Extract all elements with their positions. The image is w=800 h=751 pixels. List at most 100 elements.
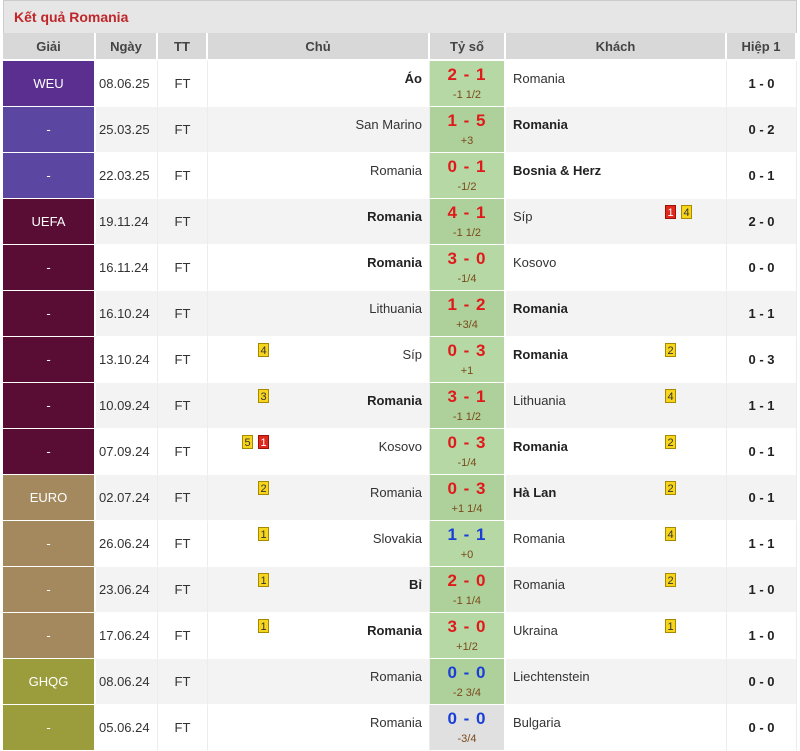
away-team-name[interactable]: Romania	[513, 531, 565, 546]
league-cell[interactable]: -	[3, 291, 96, 337]
home-team-name[interactable]: Romania	[370, 485, 422, 500]
final-score[interactable]: 0 - 1	[430, 157, 504, 177]
away-team-name[interactable]: Lithuania	[513, 393, 566, 408]
home-team-cell[interactable]: Síp 4	[208, 337, 430, 383]
final-score[interactable]: 1 - 1	[430, 525, 504, 545]
away-team-cell[interactable]: Ukraina 1	[506, 613, 727, 659]
col-header-status[interactable]: TT	[158, 33, 208, 61]
home-team-name[interactable]: San Marino	[356, 117, 422, 132]
table-row[interactable]: -16.11.24 FT Romania 3 - 0 -1/4 Kosovo 0 - 0	[3, 245, 797, 291]
away-team-cell[interactable]: Bosnia & Herz	[506, 153, 727, 199]
home-team-cell[interactable]: Áo	[208, 61, 430, 107]
home-team-cell[interactable]: Bỉ 1	[208, 567, 430, 613]
league-cell[interactable]: UEFA	[3, 199, 96, 245]
away-team-name[interactable]: Romania	[513, 117, 568, 132]
away-team-name[interactable]: Hà Lan	[513, 485, 556, 500]
col-header-away[interactable]: Khách	[506, 33, 727, 61]
table-row[interactable]: -22.03.25 FT Romania 0 - 1 -1/2 Bosnia & Herz…	[3, 153, 797, 199]
final-score[interactable]: 1 - 5	[430, 111, 504, 131]
away-team-cell[interactable]: Lithuania 4	[506, 383, 727, 429]
away-team-name[interactable]: Romania	[513, 71, 565, 86]
away-team-name[interactable]: Romania	[513, 301, 568, 316]
away-team-name[interactable]: Romania	[513, 577, 565, 592]
table-row[interactable]: -25.03.25 FT San Marino 1 - 5 +3 Romania 0 - 2	[3, 107, 797, 153]
table-row[interactable]: -26.06.24 FT Slovakia 1 1 - 1 +0 Romania 4 1 - 1	[3, 521, 797, 567]
score-cell[interactable]: 4 - 1 -1 1/2	[430, 199, 506, 245]
table-row[interactable]: -05.06.24 FT Romania 0 - 0 -3/4 Bulgaria 0 - 0	[3, 705, 797, 751]
table-row[interactable]: WEU 08.06.25 FT Áo 2 - 1 -1 1/2 Romania 1 - 0	[3, 61, 797, 107]
home-team-name[interactable]: Romania	[370, 163, 422, 178]
final-score[interactable]: 0 - 0	[430, 709, 504, 729]
home-team-cell[interactable]: Romania	[208, 199, 430, 245]
away-team-cell[interactable]: Romania	[506, 291, 727, 337]
away-team-cell[interactable]: Kosovo	[506, 245, 727, 291]
away-team-cell[interactable]: Romania 2	[506, 429, 727, 475]
col-header-home[interactable]: Chủ	[208, 33, 430, 61]
col-header-league[interactable]: Giải	[3, 33, 96, 61]
score-cell[interactable]: 2 - 1 -1 1/2	[430, 61, 506, 107]
league-cell[interactable]: -	[3, 383, 96, 429]
home-team-name[interactable]: Romania	[370, 715, 422, 730]
col-header-half[interactable]: Hiệp 1	[727, 33, 797, 61]
home-team-cell[interactable]: San Marino	[208, 107, 430, 153]
home-team-name[interactable]: Romania	[367, 623, 422, 638]
league-cell[interactable]: -	[3, 153, 96, 199]
home-team-name[interactable]: Slovakia	[373, 531, 422, 546]
away-team-name[interactable]: Síp	[513, 209, 533, 224]
away-team-name[interactable]: Liechtenstein	[513, 669, 590, 684]
league-cell[interactable]: -	[3, 429, 96, 475]
final-score[interactable]: 2 - 0	[430, 571, 504, 591]
home-team-cell[interactable]: Romania 2	[208, 475, 430, 521]
final-score[interactable]: 3 - 1	[430, 387, 504, 407]
league-cell[interactable]: -	[3, 521, 96, 567]
away-team-name[interactable]: Romania	[513, 347, 568, 362]
col-header-score[interactable]: Tỷ số	[430, 33, 506, 61]
final-score[interactable]: 0 - 3	[430, 341, 504, 361]
score-cell[interactable]: 0 - 1 -1/2	[430, 153, 506, 199]
away-team-cell[interactable]: Romania	[506, 61, 727, 107]
score-cell[interactable]: 1 - 5 +3	[430, 107, 506, 153]
home-team-cell[interactable]: Romania	[208, 659, 430, 705]
away-team-name[interactable]: Kosovo	[513, 255, 556, 270]
score-cell[interactable]: 0 - 3 +1	[430, 337, 506, 383]
league-cell[interactable]: GHQG	[3, 659, 96, 705]
score-cell[interactable]: 0 - 3 +1 1/4	[430, 475, 506, 521]
home-team-cell[interactable]: Lithuania	[208, 291, 430, 337]
score-cell[interactable]: 1 - 1 +0	[430, 521, 506, 567]
home-team-cell[interactable]: Kosovo 5 1	[208, 429, 430, 475]
away-team-cell[interactable]: Romania 2	[506, 567, 727, 613]
final-score[interactable]: 0 - 0	[430, 663, 504, 683]
col-header-date[interactable]: Ngày	[96, 33, 158, 61]
final-score[interactable]: 1 - 2	[430, 295, 504, 315]
score-cell[interactable]: 0 - 0 -2 3/4	[430, 659, 506, 705]
league-cell[interactable]: WEU	[3, 61, 96, 107]
score-cell[interactable]: 0 - 0 -3/4	[430, 705, 506, 751]
away-team-name[interactable]: Ukraina	[513, 623, 558, 638]
home-team-cell[interactable]: Romania	[208, 153, 430, 199]
league-cell[interactable]: -	[3, 107, 96, 153]
table-row[interactable]: UEFA 19.11.24 FT Romania 4 - 1 -1 1/2 Síp 1 4 2 -…	[3, 199, 797, 245]
table-row[interactable]: -13.10.24 FT Síp 4 0 - 3 +1 Romania 2 0 - 3	[3, 337, 797, 383]
home-team-name[interactable]: Romania	[367, 209, 422, 224]
home-team-cell[interactable]: Romania	[208, 705, 430, 751]
table-row[interactable]: -07.09.24 FT Kosovo 5 1 0 - 3 -1/4 Romania 2 0 - …	[3, 429, 797, 475]
home-team-name[interactable]: Romania	[370, 669, 422, 684]
score-cell[interactable]: 3 - 1 -1 1/2	[430, 383, 506, 429]
away-team-name[interactable]: Bulgaria	[513, 715, 561, 730]
final-score[interactable]: 2 - 1	[430, 65, 504, 85]
away-team-cell[interactable]: Hà Lan 2	[506, 475, 727, 521]
league-cell[interactable]: -	[3, 245, 96, 291]
home-team-name[interactable]: Lithuania	[369, 301, 422, 316]
league-cell[interactable]: -	[3, 705, 96, 751]
table-row[interactable]: GHQG 08.06.24 FT Romania 0 - 0 -2 3/4 Liechten…	[3, 659, 797, 705]
final-score[interactable]: 0 - 3	[430, 433, 504, 453]
table-row[interactable]: -16.10.24 FT Lithuania 1 - 2 +3/4 Romania 1 - …	[3, 291, 797, 337]
away-team-cell[interactable]: Romania 2	[506, 337, 727, 383]
away-team-cell[interactable]: Bulgaria	[506, 705, 727, 751]
table-row[interactable]: EURO 02.07.24 FT Romania 2 0 - 3 +1 1/4 Hà Lan 2…	[3, 475, 797, 521]
away-team-cell[interactable]: Romania 4	[506, 521, 727, 567]
home-team-cell[interactable]: Slovakia 1	[208, 521, 430, 567]
home-team-name[interactable]: Bỉ	[409, 577, 422, 592]
away-team-cell[interactable]: Liechtenstein	[506, 659, 727, 705]
away-team-name[interactable]: Bosnia & Herz	[513, 163, 601, 178]
